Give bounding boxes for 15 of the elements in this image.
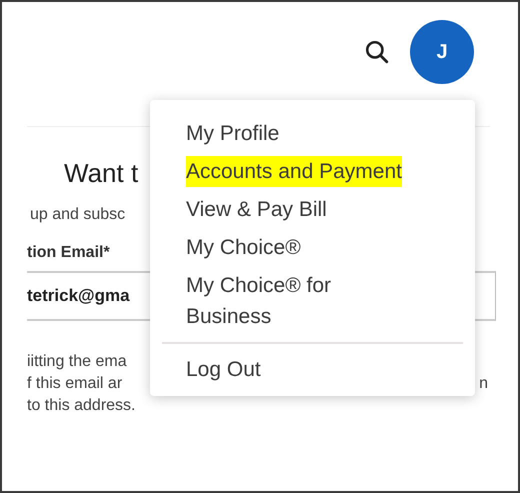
- field-label: tion Email*: [27, 243, 110, 263]
- notice-text: n: [479, 374, 488, 394]
- intro-text: up and subsc: [30, 205, 126, 225]
- notice-text: f this email ar: [27, 374, 124, 394]
- menu-item[interactable]: My Choice® for Business: [186, 270, 421, 332]
- menu-item[interactable]: Log Out: [186, 354, 261, 385]
- menu-item[interactable]: My Choice®: [186, 232, 301, 263]
- search-icon[interactable]: [364, 39, 390, 65]
- avatar-button[interactable]: J: [410, 20, 474, 84]
- menu-item[interactable]: My Profile: [186, 118, 280, 149]
- notice-text: iitting the ema: [27, 352, 128, 372]
- menu-item[interactable]: View & Pay Bill: [186, 194, 327, 225]
- notice-text: to this address.: [27, 396, 136, 416]
- page-heading: Want t: [64, 157, 138, 189]
- menu-item[interactable]: Accounts and Payment: [186, 156, 402, 187]
